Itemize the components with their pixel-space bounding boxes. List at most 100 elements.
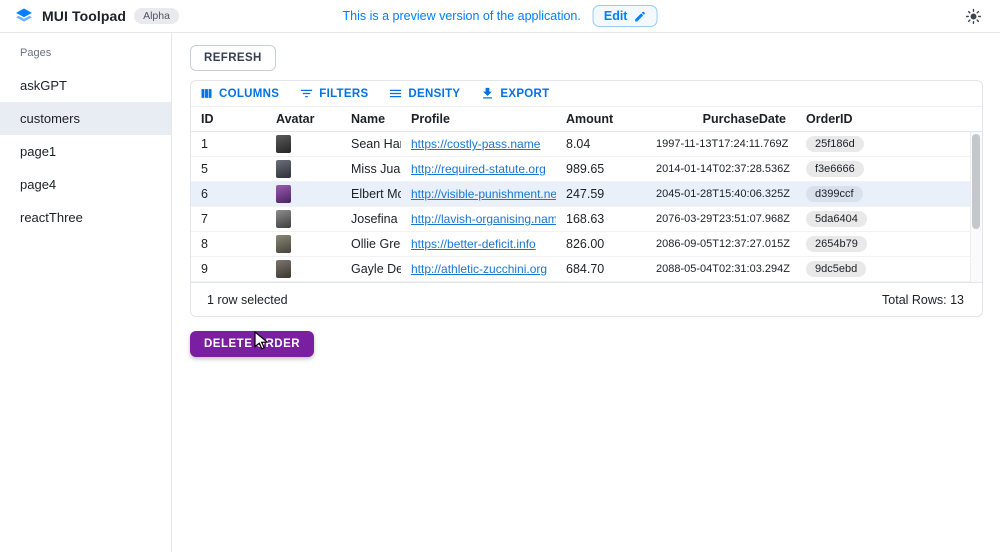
column-header-profile[interactable]: Profile [401, 112, 556, 126]
sidebar-item-page1[interactable]: page1 [0, 135, 171, 168]
cell-avatar [266, 235, 341, 253]
refresh-button[interactable]: REFRESH [190, 45, 276, 71]
order-id-chip: 25f186d [806, 136, 864, 152]
cell-purchase-date: 2088-05-04T02:31:03.294Z [646, 263, 796, 275]
column-header-orderid[interactable]: OrderID [796, 112, 982, 126]
cell-profile: https://costly-pass.name [401, 137, 556, 151]
grid-body: 1 Sean Harris https://costly-pass.name 8… [191, 132, 982, 282]
cell-avatar [266, 260, 341, 278]
column-header-name[interactable]: Name [341, 112, 401, 126]
columns-button-label: COLUMNS [219, 88, 279, 100]
cell-purchase-date: 2014-01-14T02:37:28.536Z [646, 163, 796, 175]
table-row[interactable]: 8 Ollie Green... https://better-deficit.… [191, 232, 982, 257]
cell-profile: http://visible-punishment.net [401, 187, 556, 201]
profile-link[interactable]: http://visible-punishment.net [411, 187, 556, 201]
filters-button[interactable]: FILTERS [299, 86, 368, 101]
cell-order-id: 2654b79 [796, 236, 982, 252]
selected-rows-count: 1 row selected [207, 293, 288, 307]
cell-avatar [266, 160, 341, 178]
customers-data-grid: COLUMNS FILTERS DENSITY EXPORT [190, 80, 983, 317]
sidebar-item-askgpt[interactable]: askGPT [0, 69, 171, 102]
columns-button[interactable]: COLUMNS [199, 86, 279, 101]
cell-id: 5 [191, 162, 266, 176]
profile-link[interactable]: https://better-deficit.info [411, 237, 536, 251]
cell-name: Josefina P... [341, 212, 401, 226]
sidebar-section-label: Pages [0, 39, 171, 69]
order-id-chip: f3e6666 [806, 161, 864, 177]
toolpad-logo-icon [14, 6, 34, 26]
cell-order-id: 9dc5ebd [796, 261, 982, 277]
light-mode-sun-icon [965, 8, 982, 25]
cell-amount: 684.70 [556, 262, 646, 276]
cell-id: 9 [191, 262, 266, 276]
table-row[interactable]: 1 Sean Harris https://costly-pass.name 8… [191, 132, 982, 157]
avatar [276, 160, 291, 178]
pencil-icon [633, 10, 646, 23]
app-body: Pages askGPT customers page1 page4 react… [0, 33, 1000, 552]
avatar [276, 210, 291, 228]
cell-purchase-date: 2086-09-05T12:37:27.015Z [646, 238, 796, 250]
delete-order-button[interactable]: DELETE ORDER [190, 331, 314, 357]
cell-purchase-date: 1997-11-13T17:24:11.769Z [646, 138, 796, 150]
preview-banner: This is a preview version of the applica… [343, 5, 658, 27]
view-columns-icon [199, 86, 214, 101]
profile-link[interactable]: https://costly-pass.name [411, 137, 540, 151]
cell-amount: 989.65 [556, 162, 646, 176]
profile-link[interactable]: http://lavish-organising.name [411, 212, 556, 226]
cell-id: 8 [191, 237, 266, 251]
avatar [276, 235, 291, 253]
cell-amount: 247.59 [556, 187, 646, 201]
export-button-label: EXPORT [500, 88, 549, 100]
table-row[interactable]: 9 Gayle Den... http://athletic-zucchini.… [191, 257, 982, 282]
cell-id: 7 [191, 212, 266, 226]
profile-link[interactable]: http://athletic-zucchini.org [411, 262, 547, 276]
column-header-amount[interactable]: Amount [556, 112, 646, 126]
cell-order-id: 25f186d [796, 136, 982, 152]
filter-list-icon [299, 86, 314, 101]
vertical-scrollbar[interactable] [970, 132, 982, 282]
cell-order-id: 5da6404 [796, 211, 982, 227]
table-row[interactable]: 7 Josefina P... http://lavish-organising… [191, 207, 982, 232]
download-icon [480, 86, 495, 101]
sidebar-item-reactthree[interactable]: reactThree [0, 201, 171, 234]
sidebar: Pages askGPT customers page1 page4 react… [0, 33, 172, 552]
sidebar-item-customers[interactable]: customers [0, 102, 171, 135]
avatar [276, 135, 291, 153]
cell-amount: 8.04 [556, 137, 646, 151]
grid-footer: 1 row selected Total Rows: 13 [191, 282, 982, 316]
sidebar-item-page4[interactable]: page4 [0, 168, 171, 201]
cell-name: Ollie Green... [341, 237, 401, 251]
cell-order-id: f3e6666 [796, 161, 982, 177]
grid-header-row: ID Avatar Name Profile Amount PurchaseDa… [191, 107, 982, 132]
scrollbar-thumb[interactable] [972, 134, 980, 229]
cell-name: Elbert McL... [341, 187, 401, 201]
table-row-selected[interactable]: 6 Elbert McL... http://visible-punishmen… [191, 182, 982, 207]
app-title: MUI Toolpad [42, 8, 126, 24]
column-header-purchasedate[interactable]: PurchaseDate [646, 112, 796, 126]
edit-button[interactable]: Edit [593, 5, 658, 27]
cell-avatar [266, 210, 341, 228]
cell-profile: http://athletic-zucchini.org [401, 262, 556, 276]
cell-profile: http://required-statute.org [401, 162, 556, 176]
main-content: REFRESH COLUMNS FILTERS DENSITY [172, 33, 1000, 552]
app-window: MUI Toolpad Alpha This is a preview vers… [0, 0, 1000, 552]
profile-link[interactable]: http://required-statute.org [411, 162, 546, 176]
cell-purchase-date: 2045-01-28T15:40:06.325Z [646, 188, 796, 200]
cell-name: Gayle Den... [341, 262, 401, 276]
column-header-id[interactable]: ID [191, 112, 266, 126]
density-lines-icon [388, 86, 403, 101]
density-button[interactable]: DENSITY [388, 86, 460, 101]
column-header-avatar[interactable]: Avatar [266, 112, 341, 126]
table-row[interactable]: 5 Miss Juan ... http://required-statute.… [191, 157, 982, 182]
cell-purchase-date: 2076-03-29T23:51:07.968Z [646, 213, 796, 225]
cell-amount: 168.63 [556, 212, 646, 226]
order-id-chip: 2654b79 [806, 236, 867, 252]
avatar [276, 185, 291, 203]
cell-avatar [266, 185, 341, 203]
export-button[interactable]: EXPORT [480, 86, 549, 101]
theme-toggle-button[interactable] [961, 4, 986, 29]
cell-name: Miss Juan ... [341, 162, 401, 176]
alpha-badge: Alpha [134, 8, 179, 24]
total-rows-count: Total Rows: 13 [882, 293, 964, 307]
cell-profile: https://better-deficit.info [401, 237, 556, 251]
